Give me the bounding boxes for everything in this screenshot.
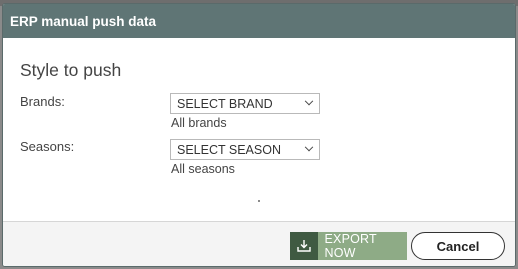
seasons-label: Seasons:	[20, 139, 75, 154]
brand-select-value: SELECT BRAND	[177, 97, 273, 111]
season-select[interactable]: SELECT SEASON	[170, 139, 320, 160]
export-now-label: EXPORT NOW	[324, 232, 377, 260]
seasons-hint: All seasons	[171, 162, 235, 176]
brands-hint: All brands	[171, 116, 227, 130]
cancel-button[interactable]: Cancel	[411, 232, 505, 260]
erp-push-dialog: ERP manual push data Style to push Brand…	[2, 3, 516, 267]
chevron-down-icon	[304, 96, 314, 106]
download-icon	[290, 232, 318, 260]
export-now-button[interactable]: EXPORT NOW	[290, 232, 407, 260]
dialog-title: ERP manual push data	[3, 4, 515, 38]
brand-select[interactable]: SELECT BRAND	[170, 93, 320, 114]
season-select-value: SELECT SEASON	[177, 143, 281, 157]
brands-label: Brands:	[20, 94, 65, 109]
dialog-footer: EXPORT NOW Cancel	[3, 222, 515, 266]
chevron-down-icon	[304, 142, 314, 152]
loading-dot	[258, 200, 260, 202]
section-title: Style to push	[20, 60, 122, 80]
dialog-body: Style to push Brands: SELECT BRAND All b…	[3, 38, 515, 222]
